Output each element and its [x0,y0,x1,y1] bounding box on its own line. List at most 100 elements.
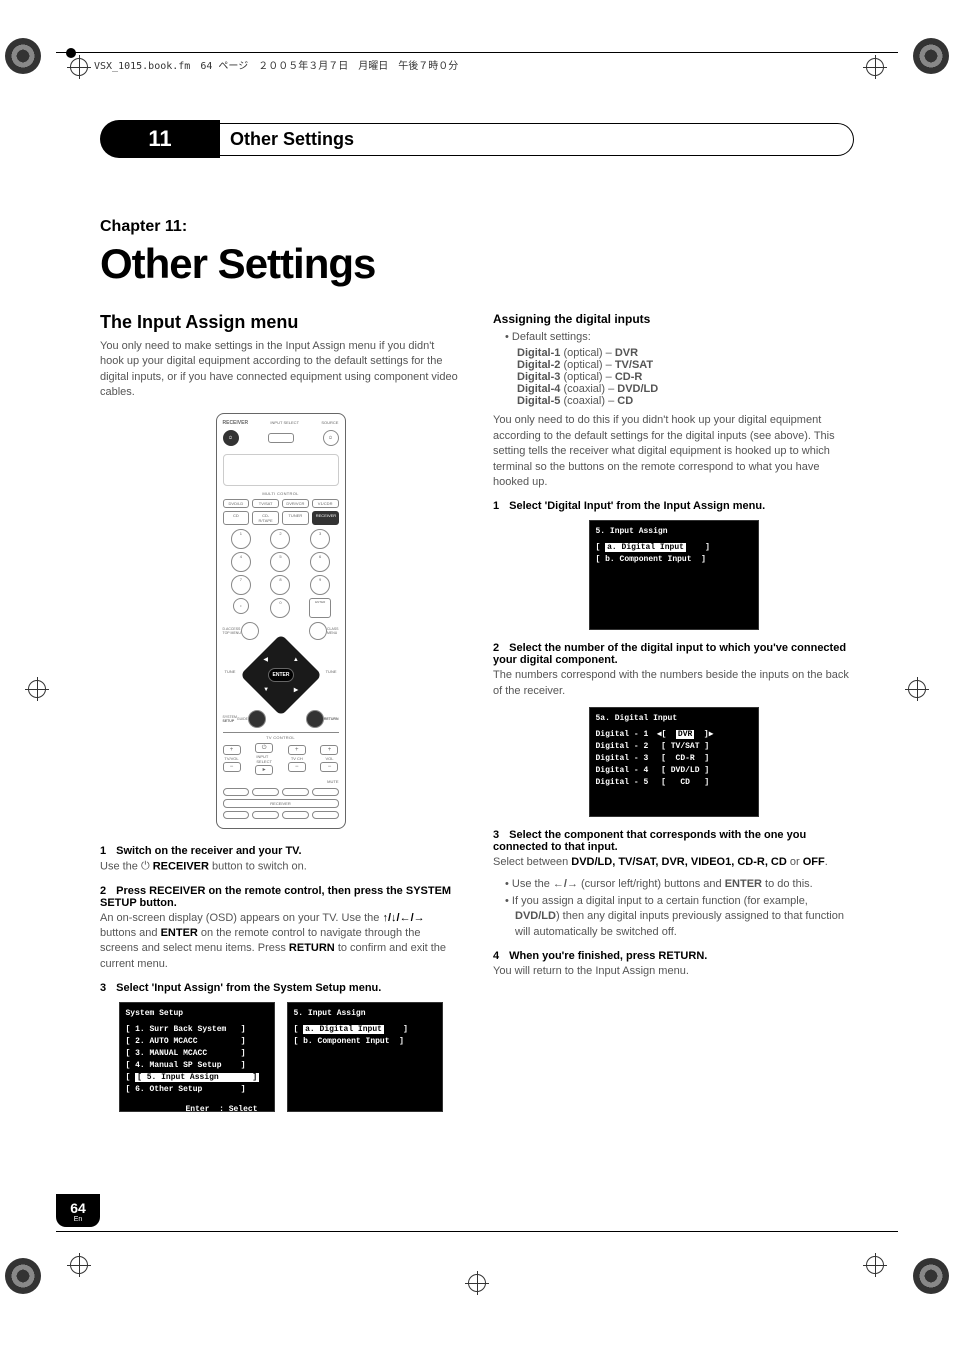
default-d2: Digital-2 (optical) – TV/SAT [517,359,854,371]
remote-input-select-label: INPUT SELECT [270,420,299,425]
running-header: VSX_1015.book.fm 64 ページ ２００５年３月７日 月曜日 午後… [56,52,898,72]
main-title: Other Settings [100,240,854,288]
arrow-icons: ↑/↓/←/→ [382,912,424,924]
chapter-header-title: Other Settings [208,123,854,156]
remote-return-btn [306,710,324,728]
remote-daccess-topmenu: D.ACCESSTOP MENU [223,627,241,635]
remote-dpad: ▲ ▼ ◀ ▶ ENTER [239,634,321,716]
remote-enter-small: ENTER [309,598,331,618]
power-icon: ⏻ [141,859,150,874]
remote-media-pause [252,811,279,819]
remote-class-menu: CLASSMENU [327,627,338,635]
remote-receiver-bar: RECEIVER [223,799,339,808]
dpad-left-icon: ◀ [263,656,268,663]
right-step4-body: You will return to the Input Assign menu… [493,964,854,979]
remote-btn-dvdld: DVD/LD [223,499,250,508]
osd2-lb: [ b. Component Input ] [294,1036,436,1048]
right-step3-body: Select between DVD/LD, TV/SAT, DVR, VIDE… [493,855,854,870]
crop-mark-br [913,1258,949,1294]
remote-media-play [252,788,279,796]
crop-mark-tr [913,38,949,74]
header-fileinfo: VSX_1015.book.fm 64 ページ ２００５年３月７日 月曜日 午後… [94,61,458,72]
section-input-assign-title: The Input Assign menu [100,312,461,333]
remote-num-5: 5 [270,552,290,572]
remote-tvvol-label: TV/VOL [224,756,238,761]
osd4-title: 5a. Digital Input [596,714,752,723]
footer-rule [56,1231,898,1232]
right-step2-title: 2Select the number of the digital input … [493,642,854,666]
osd2-title: 5. Input Assign [294,1009,436,1018]
right-step4-title: 4When you're finished, press RETURN. [493,950,854,962]
osd3-lb: [ b. Component Input ] [596,554,752,566]
remote-tune-right: TUNE [326,669,337,674]
osd4-l4a: Digital - 4 [596,765,649,777]
default-d5: Digital-5 (coaxial) – CD [517,395,854,407]
remote-media-rew [223,811,250,819]
remote-receiver-label: RECEIVER [223,420,249,426]
left-step2-body: An on-screen display (OSD) appears on yo… [100,911,461,973]
page-number: 64 [70,1200,86,1216]
chapter-header: 11 Other Settings [100,120,854,158]
remote-bullet: • [233,598,249,614]
right-step1-title: 1Select 'Digital Input' from the Input A… [493,500,854,512]
osd-system-setup: System Setup [ 1. Surr Back System ] [ 2… [119,1002,275,1112]
right-step3-title: 3Select the component that corresponds w… [493,829,854,853]
chapter-label: Chapter 11: [100,218,854,236]
remote-input-label: INPUTSELECT [256,754,272,764]
remote-num-2: 2 [270,529,290,549]
remote-menu-btn [309,622,327,640]
remote-vol-down: − [320,762,338,772]
remote-num-7: 7 [231,575,251,595]
input-assign-intro: You only need to make settings in the In… [100,339,461,401]
reg-mark-mr [908,680,926,698]
assigning-digital-title: Assigning the digital inputs [493,312,854,326]
default-settings-bullet: • Default settings: [505,330,854,345]
remote-num-4: 4 [231,552,251,572]
osd1-l6: [ 6. Other Setup ] [126,1084,268,1096]
osd-digital-input: 5a. Digital Input Digital - 1 Digital - … [589,707,759,817]
remote-input-btn: ▸ [255,765,273,775]
osd-input-assign-2: 5. Input Assign [ a. Digital Input ] [ b… [589,520,759,630]
remote-media-mute [312,788,339,796]
osd4-l2b: [ TV/SAT ] [656,741,714,753]
remote-num-9: 9 [310,575,330,595]
default-d3: Digital-3 (optical) – CD-R [517,371,854,383]
remote-mute-label: MUTE [327,779,338,784]
remote-num-8: 8 [270,575,290,595]
right-bullet2: • If you assign a digital input to a cer… [505,894,854,940]
left-step1-body: Use the ⏻ RECEIVER button to switch on. [100,859,461,875]
reg-mark-bl [70,1256,88,1274]
osd1-l5: [ [ 5. Input Assign ] ] [126,1072,268,1084]
remote-system-setup: SYSTEMSETUP [223,715,237,723]
remote-tune-left: TUNE [225,669,236,674]
remote-btn-v1cdr: V1/CDR [312,499,339,508]
caret-left-icon: ◀ [657,730,662,739]
remote-source-label: SOURCE [321,420,338,425]
remote-media-fwd [312,811,339,819]
remote-dpad-enter: ENTER [268,668,294,682]
remote-display-panel [223,454,339,486]
dpad-down-icon: ▼ [263,686,269,692]
osd1-title: System Setup [126,1009,268,1018]
right-body1: You only need to do this if you didn't h… [493,413,854,490]
osd1-foot2: Return : Exit [126,1116,268,1128]
osd1-l3: [ 3. MANUAL MCACC ] [126,1048,268,1060]
osd4-l1a: Digital - 1 [596,729,649,741]
left-step3-title: 3Select 'Input Assign' from the System S… [100,982,461,994]
osd4-l5b: [ CD ] [656,777,714,789]
remote-btn-tvsat: TV/SAT [252,499,279,508]
osd3-title: 5. Input Assign [596,527,752,536]
left-step1-title: 1Switch on the receiver and your TV. [100,845,461,857]
remote-guide: GUIDE [237,717,248,721]
right-step2-body: The numbers correspond with the numbers … [493,668,854,699]
remote-tvch-label: TV CH [291,756,303,761]
remote-vol-up: + [320,745,338,755]
page-lang: En [56,1216,100,1223]
remote-tvvol-down: − [223,762,241,772]
remote-vol-label: VOL [325,756,333,761]
remote-media-prev [223,788,250,796]
osd4-l3a: Digital - 3 [596,753,649,765]
osd4-l2a: Digital - 2 [596,741,649,753]
osd1-l4: [ 4. Manual SP Setup ] [126,1060,268,1072]
remote-num-3: 3 [310,529,330,549]
